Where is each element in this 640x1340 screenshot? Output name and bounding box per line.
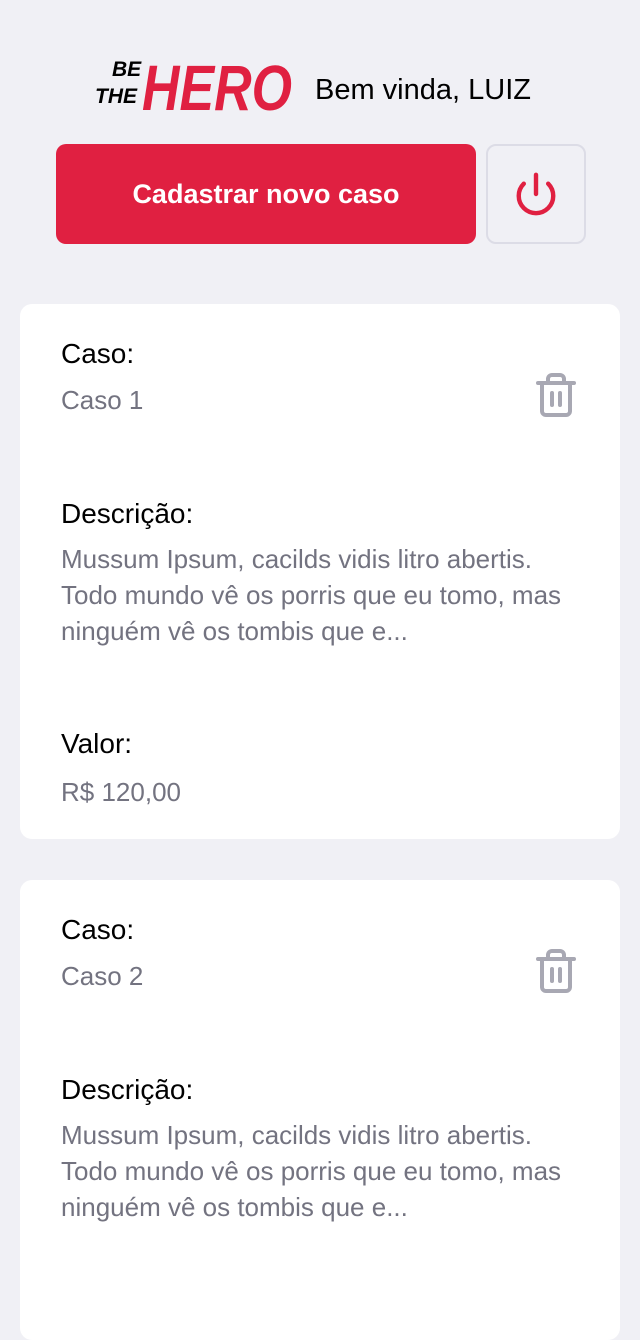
case-card: Caso: Caso 1 Descrição: Mussum Ipsum, ca… [20, 304, 620, 839]
case-label: Caso: [61, 914, 135, 945]
new-case-button-label: Cadastrar novo caso [132, 178, 400, 209]
svg-text:HERO: HERO [142, 52, 292, 124]
trash-icon [536, 373, 576, 417]
trash-icon [536, 949, 576, 993]
delete-case-button[interactable] [529, 944, 583, 998]
svg-text:THE: THE [95, 85, 138, 108]
case-card: Caso: Caso 2 Descrição: Mussum Ipsum, ca… [20, 880, 620, 1340]
case-description: Mussum Ipsum, cacilds vidis litro aberti… [61, 544, 562, 646]
description-label: Descrição: [61, 1074, 194, 1105]
be-the-hero-logo: BE THE HERO [95, 52, 292, 124]
case-label: Caso: [61, 338, 135, 369]
power-icon [516, 172, 556, 216]
delete-case-button[interactable] [529, 368, 583, 422]
svg-text:BE: BE [112, 58, 142, 81]
logout-button[interactable] [486, 144, 586, 244]
new-case-button[interactable]: Cadastrar novo caso [56, 144, 476, 244]
welcome-text: Bem vinda, LUIZ [315, 74, 531, 106]
case-title: Caso 1 [61, 385, 144, 415]
case-value: R$ 120,00 [61, 777, 181, 807]
description-label: Descrição: [61, 498, 194, 529]
case-description: Mussum Ipsum, cacilds vidis litro aberti… [61, 1120, 562, 1222]
value-label: Valor: [61, 728, 133, 759]
app-header: BE THE HERO Bem vinda, LUIZ Cadastrar no… [56, 0, 586, 260]
case-title: Caso 2 [61, 961, 144, 991]
